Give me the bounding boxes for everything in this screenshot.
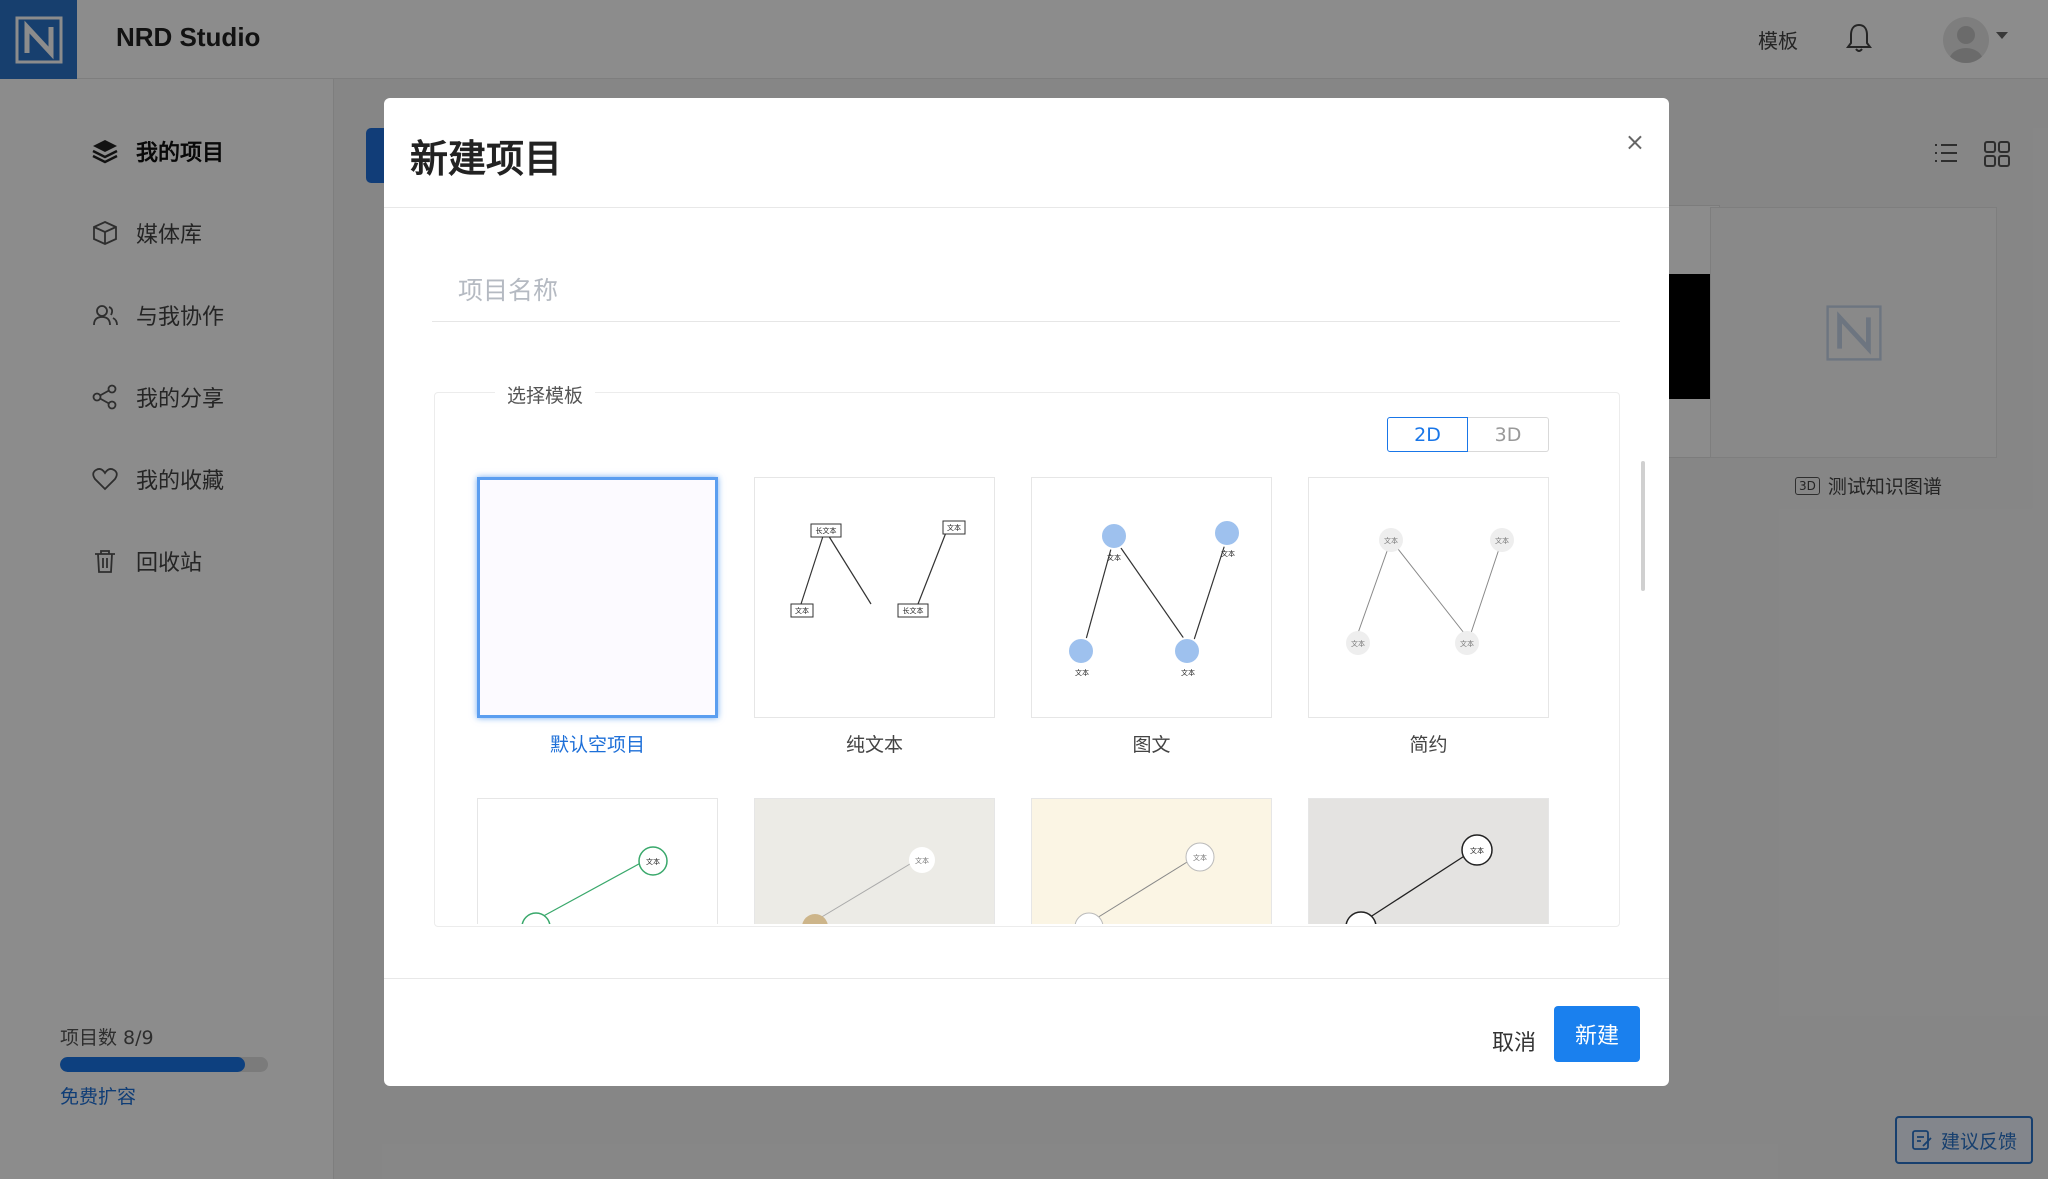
template-preview-graph: 文本 文本 文本 文本	[1067, 519, 1241, 677]
template-thumbnail: 长文本 文本 文本 长文本	[754, 477, 995, 718]
dialog-title: 新建项目	[410, 137, 563, 181]
node-label: 长文本	[816, 526, 837, 535]
template-default[interactable]: 默认空项目	[477, 477, 718, 757]
template-preview-graph: 文本	[1345, 834, 1493, 924]
template-thumbnail: 文本	[1308, 798, 1549, 924]
node-label: 文本	[1495, 536, 1509, 545]
mode-3d-button[interactable]: 3D	[1468, 417, 1549, 452]
template-dark-gray[interactable]: 文本	[1308, 798, 1549, 924]
project-name-input[interactable]	[432, 260, 1620, 322]
template-thumbnail	[477, 477, 718, 718]
template-preview-graph: 文本	[1074, 842, 1215, 924]
mode-2d-button[interactable]: 2D	[1387, 417, 1468, 452]
template-thumbnail: 文本 文本 文本 文本	[1308, 477, 1549, 718]
template-section: 选择模板 2D 3D 默认空项目 长文本 文本 文本 长文本 纯文本 文本 文本…	[434, 381, 1645, 927]
node-label: 文本	[1107, 553, 1121, 562]
node-label: 长文本	[903, 606, 924, 615]
node-label: 文本	[915, 856, 929, 865]
template-image-text[interactable]: 文本 文本 文本 文本 图文	[1031, 477, 1272, 757]
template-preview-graph: 文本	[521, 846, 668, 924]
template-cream[interactable]: 文本	[1031, 798, 1272, 924]
new-project-dialog: 新建项目 × 选择模板 2D 3D 默认空项目	[384, 98, 1669, 1086]
node-label: 文本	[1470, 846, 1484, 855]
scrollbar[interactable]	[1641, 461, 1645, 591]
template-green[interactable]: 文本	[477, 798, 718, 924]
template-label: 简约	[1409, 734, 1448, 756]
template-label: 纯文本	[845, 734, 903, 756]
template-preview-graph: 文本	[802, 847, 935, 924]
template-section-label: 选择模板	[495, 381, 596, 408]
template-thumbnail: 文本	[754, 798, 995, 924]
node-label: 文本	[1193, 853, 1207, 862]
template-gray[interactable]: 文本	[754, 798, 995, 924]
node-label: 文本	[1075, 668, 1089, 677]
node-label: 文本	[1460, 639, 1474, 648]
template-plain-text[interactable]: 长文本 文本 文本 长文本 纯文本	[754, 477, 995, 757]
template-preview-graph: 长文本 文本 文本 长文本	[790, 520, 966, 618]
template-minimal[interactable]: 文本 文本 文本 文本 简约	[1308, 477, 1549, 757]
mode-toggle: 2D 3D	[1387, 417, 1549, 452]
close-icon[interactable]: ×	[1625, 128, 1645, 156]
dialog-header: 新建项目 ×	[384, 98, 1669, 208]
template-label: 默认空项目	[549, 734, 645, 756]
node-label: 文本	[1181, 668, 1195, 677]
template-thumbnail: 文本	[477, 798, 718, 924]
node-label: 文本	[795, 606, 809, 615]
node-label: 文本	[947, 523, 961, 532]
template-preview-graph: 文本 文本 文本 文本	[1346, 528, 1514, 655]
node-label: 文本	[1351, 639, 1365, 648]
cancel-button[interactable]: 取消	[1474, 1021, 1554, 1061]
node-label: 文本	[1221, 549, 1235, 558]
node-label: 文本	[1384, 536, 1398, 545]
node-label: 文本	[646, 857, 660, 866]
template-thumbnail: 文本	[1031, 798, 1272, 924]
template-thumbnail: 文本 文本 文本 文本	[1031, 477, 1272, 718]
create-button[interactable]: 新建	[1554, 1006, 1640, 1062]
template-label: 图文	[1132, 734, 1171, 756]
